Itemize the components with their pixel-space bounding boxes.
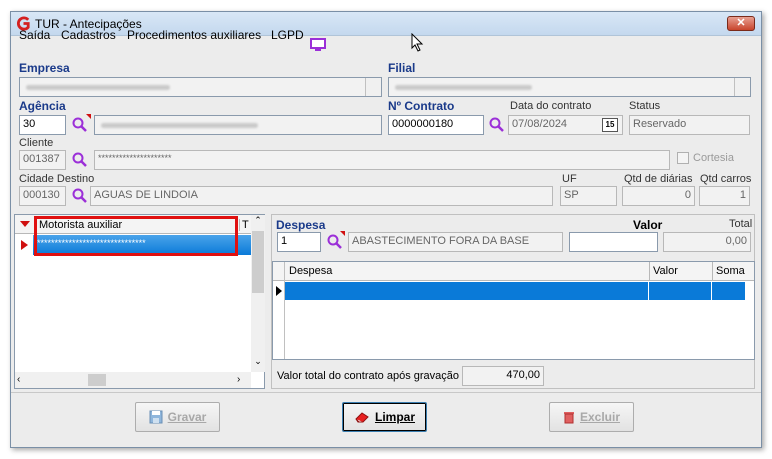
soma-column-header[interactable]: Soma bbox=[712, 262, 745, 280]
divider bbox=[11, 392, 761, 393]
mouse-cursor-icon bbox=[411, 33, 424, 52]
gravar-label: Gravar bbox=[167, 410, 207, 424]
qtd-carros-field: 1 bbox=[699, 186, 750, 206]
qtd-carros-label: Qtd carros bbox=[700, 173, 752, 185]
menu-saida[interactable]: Saída bbox=[19, 28, 50, 42]
menu-lgpd[interactable]: LGPD bbox=[271, 28, 304, 42]
cell-divider bbox=[648, 282, 649, 300]
despesa-code-input[interactable]: 1 bbox=[277, 232, 321, 252]
data-contrato-label: Data do contrato bbox=[510, 100, 592, 112]
cidade-label: Cidade Destino bbox=[19, 173, 95, 185]
uf-label: UF bbox=[562, 173, 577, 185]
scroll-up-icon[interactable]: ⌃ bbox=[251, 215, 265, 229]
cliente-code-field: 001387 bbox=[19, 150, 66, 170]
cliente-label: Cliente bbox=[19, 137, 54, 149]
qtd-diarias-label: Qtd de diárias bbox=[624, 173, 693, 185]
trash-icon bbox=[563, 412, 574, 424]
filial-label: Filial bbox=[388, 61, 416, 75]
despesa-row-selected[interactable] bbox=[285, 282, 745, 300]
agencia-code-input[interactable]: 30 bbox=[19, 115, 66, 135]
calendar-icon[interactable]: 15 bbox=[602, 118, 618, 132]
vertical-scrollbar[interactable]: ⌃ ⌄ bbox=[251, 215, 265, 372]
cortesia-label: Cortesia bbox=[693, 152, 734, 164]
despesa-name-field: ABASTECIMENTO FORA DA BASE bbox=[348, 232, 563, 252]
excluir-button[interactable]: Excluir bbox=[549, 402, 634, 432]
menu-procedimentos[interactable]: Procedimentos auxiliares bbox=[127, 28, 261, 42]
cidade-code-field: 000130 bbox=[19, 186, 66, 206]
cidade-name-field: AGUAS DE LINDOIA bbox=[90, 186, 553, 206]
total-label: Total bbox=[729, 218, 753, 230]
vertical-scroll-thumb[interactable] bbox=[252, 231, 264, 293]
limpar-label: Limpar bbox=[374, 410, 415, 424]
row-indicator-column bbox=[273, 262, 285, 359]
horizontal-scrollbar[interactable]: ‹ › bbox=[15, 372, 251, 388]
agencia-label: Agência bbox=[19, 99, 66, 113]
required-marker bbox=[340, 231, 345, 236]
qtd-diarias-field: 0 bbox=[622, 186, 695, 206]
valor-input[interactable] bbox=[569, 232, 658, 252]
cliente-name-field: ********************* bbox=[94, 150, 670, 170]
valor-column-header[interactable]: Valor bbox=[649, 262, 678, 280]
empresa-label: Empresa bbox=[19, 61, 70, 75]
close-button[interactable]: ✕ bbox=[727, 16, 755, 31]
menu-cadastros[interactable]: Cadastros bbox=[61, 28, 116, 42]
total-field: 0,00 bbox=[663, 232, 751, 252]
row-pointer-icon bbox=[276, 286, 282, 296]
cortesia-checkbox[interactable] bbox=[677, 152, 689, 164]
agencia-name-field bbox=[94, 115, 382, 135]
footer-label: Valor total do contrato após gravação bbox=[277, 370, 460, 382]
horizontal-scroll-thumb[interactable] bbox=[88, 374, 106, 386]
chevron-down-icon[interactable]: ▼ bbox=[365, 78, 381, 96]
limpar-button[interactable]: Limpar bbox=[342, 402, 427, 432]
status-field: Reservado bbox=[629, 115, 750, 135]
row-pointer-icon bbox=[21, 240, 28, 250]
uf-field: SP bbox=[560, 186, 617, 206]
chevron-down-icon[interactable]: ▼ bbox=[734, 78, 750, 96]
despesa-grid-header: Despesa Valor Soma bbox=[273, 262, 754, 281]
footer-total-field: 470,00 bbox=[462, 366, 544, 386]
valor-label: Valor bbox=[633, 218, 663, 232]
status-label: Status bbox=[629, 100, 661, 112]
motorista-grid[interactable]: Motorista auxiliar T *******************… bbox=[14, 214, 265, 389]
scroll-left-icon[interactable]: ‹ bbox=[17, 374, 20, 385]
excluir-label: Excluir bbox=[579, 410, 621, 424]
required-marker bbox=[86, 114, 91, 119]
save-icon bbox=[149, 410, 163, 424]
contrato-label: Nº Contrato bbox=[388, 99, 455, 113]
highlight-box bbox=[34, 216, 238, 256]
empresa-select[interactable]: ▼ bbox=[19, 77, 382, 97]
title-bar: TUR - Antecipações ✕ bbox=[11, 12, 761, 36]
eraser-icon bbox=[355, 412, 369, 423]
row-indicator-cell bbox=[15, 235, 33, 255]
scroll-down-icon[interactable]: ⌄ bbox=[251, 356, 265, 370]
filial-select[interactable]: ▼ bbox=[388, 77, 751, 97]
despesa-label: Despesa bbox=[276, 218, 326, 232]
monitor-icon[interactable] bbox=[310, 38, 326, 51]
contrato-input[interactable]: 0000000180 bbox=[388, 115, 484, 135]
despesa-column-header[interactable]: Despesa bbox=[289, 265, 332, 277]
sort-arrow-icon[interactable] bbox=[20, 221, 30, 227]
search-icon[interactable] bbox=[71, 151, 89, 169]
column2-header[interactable]: T bbox=[239, 219, 249, 231]
despesa-grid[interactable]: Despesa Valor Soma bbox=[272, 261, 755, 360]
scroll-right-icon[interactable]: › bbox=[237, 374, 240, 385]
search-icon[interactable] bbox=[71, 187, 89, 205]
search-icon[interactable] bbox=[488, 116, 506, 134]
data-contrato-value: 07/08/2024 bbox=[512, 118, 568, 130]
cell-divider bbox=[711, 282, 712, 300]
gravar-button[interactable]: Gravar bbox=[135, 402, 220, 432]
